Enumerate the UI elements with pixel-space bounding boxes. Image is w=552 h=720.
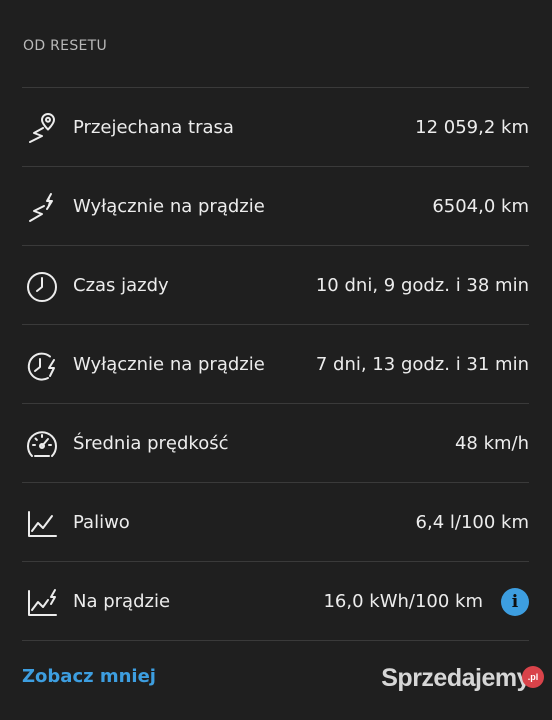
section-title: OD RESETU [23, 38, 108, 54]
stat-row-electric-distance: Wyłącznie na prądzie 6504,0 km [22, 166, 529, 245]
stat-value: 48 km/h [454, 433, 529, 454]
stat-row-distance: Przejechana trasa 12 059,2 km [22, 87, 529, 166]
clock-icon [24, 268, 60, 304]
stat-label: Paliwo [73, 512, 130, 533]
trip-stats-screen: OD RESETU Przejechana trasa 12 059,2 km [0, 0, 552, 720]
electric-clock-icon [24, 347, 60, 383]
see-less-link[interactable]: Zobacz mniej [22, 666, 156, 687]
stat-label: Wyłącznie na prądzie [73, 196, 265, 217]
stat-label: Czas jazdy [73, 275, 169, 296]
stats-list: Przejechana trasa 12 059,2 km Wyłącznie … [22, 87, 529, 641]
watermark-suffix: .pl [522, 666, 544, 688]
stat-value: 6,4 l/100 km [415, 512, 529, 533]
stat-row-electric-consumption: Na prądzie 16,0 kWh/100 km i [22, 561, 529, 641]
electric-route-icon [24, 189, 60, 225]
info-icon[interactable]: i [501, 588, 529, 616]
consumption-chart-icon [24, 505, 60, 541]
watermark-logo: Sprzedajemy .pl [381, 664, 544, 693]
stat-value: 10 dni, 9 godz. i 38 min [315, 275, 529, 296]
stat-label: Przejechana trasa [73, 117, 234, 138]
watermark-text: Sprzedajemy [381, 664, 530, 692]
stat-row-fuel: Paliwo 6,4 l/100 km [22, 482, 529, 561]
stat-label: Wyłącznie na prądzie [73, 354, 265, 375]
speedometer-icon [24, 426, 60, 462]
stat-row-electric-driving-time: Wyłącznie na prądzie 7 dni, 13 godz. i 3… [22, 324, 529, 403]
stat-value: 16,0 kWh/100 km [323, 591, 483, 612]
route-pin-icon [24, 110, 60, 146]
stat-value: 12 059,2 km [415, 117, 529, 138]
electric-consumption-chart-icon [24, 584, 60, 620]
stat-value: 7 dni, 13 godz. i 31 min [315, 354, 529, 375]
stat-label: Średnia prędkość [73, 433, 229, 454]
stat-value: 6504,0 km [432, 196, 529, 217]
stat-label: Na prądzie [73, 591, 171, 612]
stat-row-driving-time: Czas jazdy 10 dni, 9 godz. i 38 min [22, 245, 529, 324]
stat-row-average-speed: Średnia prędkość 48 km/h [22, 403, 529, 482]
